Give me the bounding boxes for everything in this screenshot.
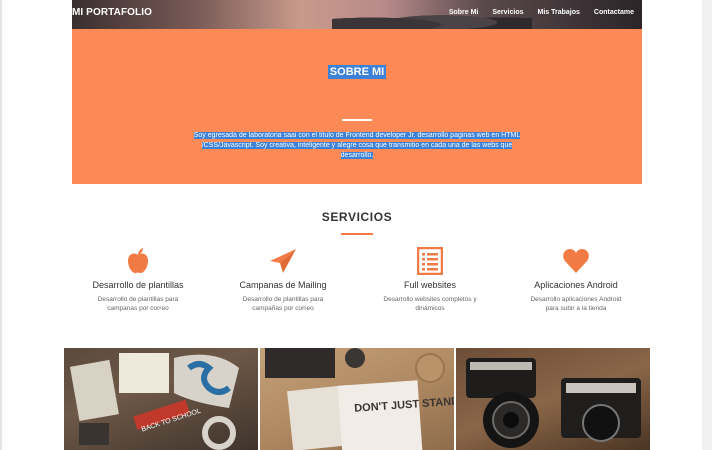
- page: MI PORTAFOLIO Sobre Mi Servicios Mis Tra…: [0, 0, 714, 450]
- service-description: Desarrollo aplicaciones Android para sub…: [530, 296, 622, 312]
- service-name: Campanas de Mailing: [239, 280, 327, 290]
- about-description: Soy egresada de laboratoria saai con el …: [187, 131, 527, 161]
- services-title: SERVICIOS: [321, 210, 393, 224]
- heart-icon: [506, 245, 646, 277]
- nav-mis-trabajos[interactable]: Mis Trabajos: [538, 9, 580, 16]
- service-description: Desarrollo websites completos y dinámico…: [383, 296, 477, 312]
- about-title-wrapper: SOBRE MI: [72, 62, 642, 80]
- portfolio-image-design-objects[interactable]: BACK TO SCHOOL: [64, 348, 258, 450]
- service-name: Full websites: [403, 280, 457, 290]
- left-edge: [0, 0, 2, 450]
- service-templates: Desarrollo de plantillas Desarrollo de p…: [68, 245, 208, 313]
- about-description-text: Soy egresada de laboratoria saai con el …: [193, 132, 521, 159]
- service-name: Aplicaciones Android: [534, 280, 618, 290]
- service-android: Aplicaciones Android Desarrollo aplicaci…: [506, 245, 646, 313]
- main-container: MI PORTAFOLIO Sobre Mi Servicios Mis Tra…: [72, 0, 642, 184]
- main-nav: Sobre Mi Servicios Mis Trabajos Contacta…: [449, 9, 634, 16]
- brand-logo[interactable]: MI PORTAFOLIO: [72, 7, 152, 18]
- portfolio-image-coasters[interactable]: DON'T JUST STAND THERE: [260, 348, 454, 450]
- service-name: Desarrollo de plantillas: [92, 280, 184, 290]
- scrollbar-track[interactable]: [702, 0, 712, 450]
- about-title: SOBRE MI: [327, 65, 387, 79]
- list-icon: [360, 245, 500, 277]
- site-header: MI PORTAFOLIO Sobre Mi Servicios Mis Tra…: [72, 0, 642, 29]
- about-section: SOBRE MI Soy egresada de laboratoria saa…: [72, 29, 642, 184]
- services-divider: [341, 233, 373, 235]
- service-websites: Full websites Desarrollo websites comple…: [360, 245, 500, 313]
- apple-icon: [68, 245, 208, 277]
- nav-sobre-mi[interactable]: Sobre Mi: [449, 9, 479, 16]
- portfolio-image-cameras[interactable]: [456, 348, 650, 450]
- nav-contactame[interactable]: Contactame: [594, 9, 634, 16]
- service-description: Desarrollo de plantillas para campañas p…: [242, 296, 324, 312]
- nav-servicios[interactable]: Servicios: [492, 9, 523, 16]
- service-mailing: Campanas de Mailing Desarrollo de planti…: [213, 245, 353, 313]
- paper-plane-icon: [213, 245, 353, 277]
- about-divider: [342, 119, 372, 121]
- service-description: Desarrollo de plantillas para campanas p…: [97, 296, 179, 312]
- portfolio-gallery: BACK TO SCHOOL DON'T JUST STAND THERE: [64, 348, 650, 450]
